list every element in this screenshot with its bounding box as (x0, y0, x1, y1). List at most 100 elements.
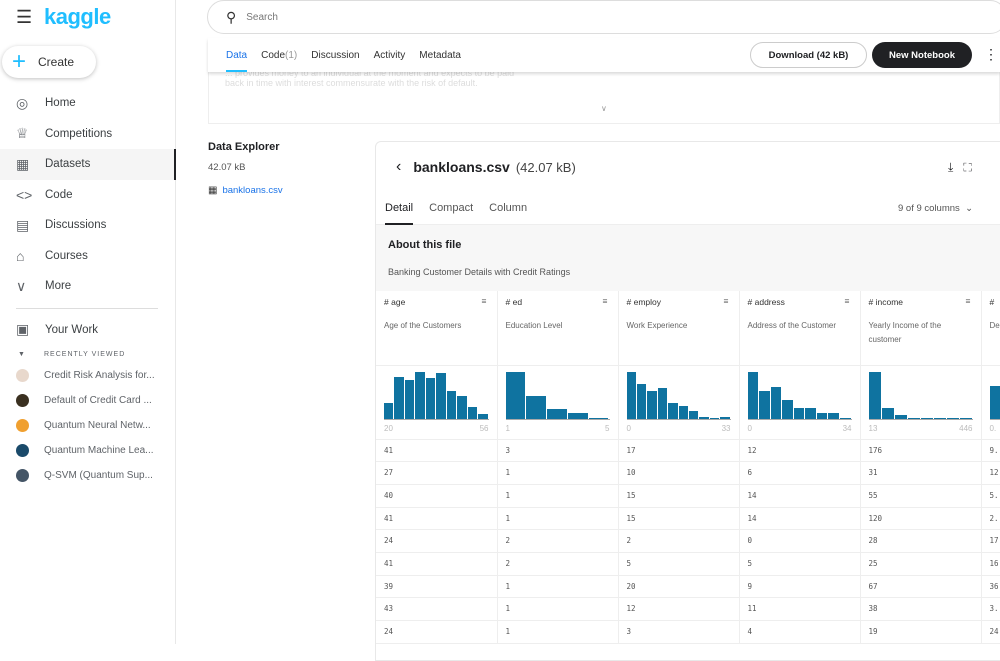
histogram-bar (771, 387, 782, 418)
recent-item[interactable]: Credit Risk Analysis for... (0, 363, 176, 388)
histogram-bar (647, 391, 656, 419)
tab-label: Data (226, 50, 247, 61)
tab-code[interactable]: Code(1) (261, 38, 297, 72)
view-tab-column[interactable]: Column (489, 192, 527, 225)
sidebar-item-label: Home (45, 97, 76, 109)
histogram-bar (748, 372, 759, 419)
sidebar-item-courses[interactable]: ⌂Courses (0, 241, 176, 272)
range-max: 34 (843, 424, 852, 433)
column-header[interactable]: # address≡Address of the Customer (739, 291, 860, 365)
search-bar[interactable]: ⚲Search (207, 0, 1000, 34)
table-cell: 19 (860, 621, 981, 644)
recent-item[interactable]: Default of Credit Card ... (0, 388, 176, 413)
numeric-type-icon: # (990, 297, 995, 307)
sort-icon[interactable]: ≡ (603, 296, 608, 306)
sidebar-item-home[interactable]: ◎Home (0, 88, 176, 119)
recent-item[interactable]: Quantum Neural Netw... (0, 413, 176, 438)
thumbnail (16, 369, 29, 382)
expand-chevron-icon[interactable]: ∨ (601, 104, 607, 113)
data-explorer-size: 42.07 kB (208, 162, 246, 173)
recently-viewed-title: RECENTLY VIEWED (44, 351, 125, 358)
column-header[interactable]: # age≡Age of the Customers (376, 291, 497, 365)
tab-data[interactable]: Data (226, 38, 247, 72)
columns-selector[interactable]: 9 of 9 columns ⌄ (898, 192, 973, 225)
tab-label: Metadata (419, 50, 461, 61)
tab-count: (1) (285, 50, 297, 61)
histogram-bar (478, 414, 487, 419)
sidebar: ☰ kaggle +Create ◎Home♕Competitions▦Data… (0, 0, 176, 644)
tab-label: Code (261, 50, 285, 61)
sort-icon[interactable]: ≡ (845, 296, 850, 306)
numeric-type-icon: # (869, 297, 874, 307)
range-max: 446 (959, 424, 972, 433)
file-title: bankloans.csv (413, 159, 510, 175)
create-button[interactable]: +Create (2, 46, 96, 78)
table-cell: 17 (618, 439, 739, 462)
sort-icon[interactable]: ≡ (482, 296, 487, 306)
column-header[interactable]: # employ≡Work Experience (618, 291, 739, 365)
table-cell: 41 (376, 439, 497, 462)
table-cell: 27 (376, 462, 497, 485)
recent-item[interactable]: Q-SVM (Quantum Sup... (0, 463, 176, 488)
kaggle-logo[interactable]: kaggle (44, 4, 111, 30)
range-min: 0 (627, 424, 631, 433)
column-histogram: 13446 (860, 365, 981, 439)
data-explorer-title: Data Explorer (208, 141, 280, 153)
recent-item[interactable]: Quantum Machine Lea... (0, 438, 176, 463)
column-header[interactable]: # ed≡Education Level (497, 291, 618, 365)
table-cell: 15 (618, 484, 739, 507)
sidebar-item-datasets[interactable]: ▦Datasets (0, 149, 176, 180)
tab-metadata[interactable]: Metadata (419, 38, 461, 72)
histogram-bar (627, 372, 636, 419)
hamburger-menu-icon[interactable]: ☰ (16, 7, 44, 28)
sidebar-item-discussions[interactable]: ▤Discussions (0, 210, 176, 241)
search-input[interactable]: Search (246, 12, 278, 23)
tab-activity[interactable]: Activity (374, 38, 406, 72)
download-icon[interactable]: ⤓ (948, 160, 963, 174)
description-collapsed: ... provides money to an individual at t… (208, 64, 1000, 124)
view-tab-detail[interactable]: Detail (385, 192, 413, 225)
histogram-bar (415, 372, 424, 419)
range-min: 1 (506, 424, 510, 433)
table-cell: 5 (739, 552, 860, 575)
recently-viewed-toggle[interactable]: ▼RECENTLY VIEWED (0, 345, 176, 363)
tab-discussion[interactable]: Discussion (311, 38, 359, 72)
range-max: 56 (480, 424, 489, 433)
histogram-bar (828, 413, 839, 419)
new-notebook-button[interactable]: New Notebook (872, 42, 972, 68)
more-options-icon[interactable]: ⋮ (984, 46, 998, 63)
view-tab-compact[interactable]: Compact (429, 192, 473, 225)
sidebar-item-more[interactable]: ∨More (0, 271, 176, 302)
sort-icon[interactable]: ≡ (724, 296, 729, 306)
histogram-bar (547, 409, 567, 418)
table-cell: 2 (618, 530, 739, 553)
recent-item-label: Credit Risk Analysis for... (44, 370, 155, 381)
histogram-bar (869, 372, 881, 419)
column-description: De (990, 319, 1000, 333)
histogram-bar (447, 391, 456, 418)
sidebar-item-code[interactable]: <>Code (0, 180, 176, 211)
column-header[interactable]: # ≡De (981, 291, 1000, 365)
histogram-bar (637, 384, 646, 419)
table-row: 241341924 (376, 621, 1000, 644)
column-histogram: 034 (739, 365, 860, 439)
histogram-bar (568, 413, 588, 419)
table-cell: 4 (739, 621, 860, 644)
sidebar-item-label: Datasets (45, 158, 90, 170)
table-cell: 39 (376, 575, 497, 598)
back-arrow-icon[interactable]: ‹ (396, 158, 401, 176)
table-row: 4311211383. (376, 598, 1000, 621)
histogram-bar (895, 415, 907, 418)
file-link[interactable]: ▦bankloans.csv (208, 185, 283, 196)
column-histogram: 2056 (376, 365, 497, 439)
recent-item-label: Default of Credit Card ... (44, 395, 152, 406)
fullscreen-icon[interactable]: ⛶ (963, 160, 981, 174)
sidebar-item-your-work[interactable]: ▣Your Work (0, 315, 176, 346)
column-header[interactable]: # income≡Yearly Income of the customer (860, 291, 981, 365)
sidebar-item-label: Code (45, 189, 73, 201)
recent-item-label: Q-SVM (Quantum Sup... (44, 470, 153, 481)
numeric-type-icon: # (627, 297, 632, 307)
sidebar-item-competitions[interactable]: ♕Competitions (0, 119, 176, 150)
download-button[interactable]: Download (42 kB) (750, 42, 867, 68)
sort-icon[interactable]: ≡ (966, 296, 971, 306)
